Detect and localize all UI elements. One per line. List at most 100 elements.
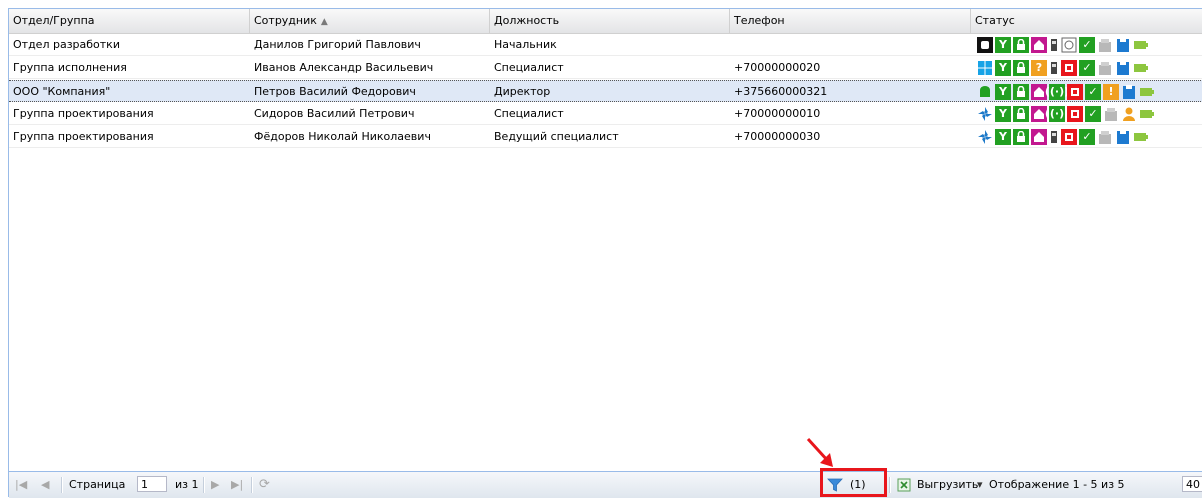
lock-icon (1013, 60, 1029, 76)
clipboard-icon (1115, 37, 1131, 53)
gift-icon (1103, 106, 1119, 122)
battery-icon (1133, 37, 1149, 53)
gift-icon (1097, 129, 1113, 145)
cell-employee: Фёдоров Николай Николаевич (254, 130, 431, 143)
cell-employee: Петров Василий Федорович (254, 85, 416, 98)
lock-icon (1013, 106, 1029, 122)
user-icon (1121, 106, 1137, 122)
table-row[interactable]: Группа проектирования Фёдоров Николай Ни… (9, 126, 1202, 148)
cell-position: Специалист (494, 61, 564, 74)
cell-employee: Сидоров Василий Петрович (254, 107, 415, 120)
table-row[interactable]: Группа проектирования Сидоров Василий Пе… (9, 103, 1202, 125)
column-label: Телефон (734, 14, 785, 27)
cell-department: Группа проектирования (13, 130, 154, 143)
export-icon[interactable] (897, 472, 911, 498)
separator (203, 477, 205, 493)
warning-icon: ? (1031, 60, 1047, 76)
sim-card-icon (1061, 129, 1077, 145)
status-icons: Y ((·)) ✓ (977, 106, 1155, 122)
export-dropdown-icon[interactable]: ▾ (977, 472, 983, 498)
phone-icon (1049, 60, 1059, 76)
status-icons: Y ✓ (977, 37, 1149, 53)
battery-icon (1139, 84, 1155, 100)
clipboard-icon (1115, 129, 1131, 145)
page-size-select[interactable]: 40 (1182, 476, 1202, 492)
cell-employee: Иванов Александр Васильевич (254, 61, 434, 74)
cell-department: Группа исполнения (13, 61, 127, 74)
cell-phone: +70000000020 (734, 61, 821, 74)
sim-card-icon (1067, 84, 1083, 100)
separator (61, 477, 63, 493)
next-page-icon[interactable]: ▶ (211, 472, 219, 498)
alert-icon: ! (1103, 84, 1119, 100)
column-header-phone[interactable]: Телефон (730, 9, 971, 33)
status-icons: Y ((·)) ✓! (977, 84, 1155, 100)
check-icon: ✓ (1079, 129, 1095, 145)
antenna-icon: Y (995, 37, 1011, 53)
export-button[interactable]: Выгрузить (917, 472, 978, 498)
page-count-label: из 1 (175, 478, 199, 491)
display-info: Отображение 1 - 5 из 5 (989, 478, 1125, 491)
clipboard-icon (1121, 84, 1137, 100)
cell-department: Отдел разработки (13, 38, 120, 51)
apple-icon (977, 37, 993, 53)
phone-icon (1049, 37, 1059, 53)
paging-toolbar: |◀ ◀ Страница 1 из 1 ▶ ▶| ⟳ (1) Выгрузит… (9, 471, 1202, 498)
last-page-icon[interactable]: ▶| (231, 472, 243, 498)
column-label: Отдел/Группа (13, 14, 95, 27)
cell-phone (730, 34, 971, 56)
radio-icon: ((·)) (1044, 84, 1070, 100)
page-label: Страница (69, 478, 126, 491)
phone-icon (1049, 129, 1059, 145)
lock-icon (1013, 37, 1029, 53)
cell-employee: Данилов Григорий Павлович (254, 38, 421, 51)
home-icon (1031, 37, 1047, 53)
status-icons: Y? ✓ (977, 60, 1149, 76)
first-page-icon[interactable]: |◀ (15, 472, 27, 498)
table-row[interactable]: Группа исполнения Иванов Александр Васил… (9, 57, 1202, 79)
antenna-icon: Y (995, 129, 1011, 145)
table-row[interactable]: Отдел разработки Данилов Григорий Павлов… (9, 34, 1202, 56)
grid-header: Отдел/Группа Сотрудник ▲ Должность Телефо… (9, 9, 1202, 34)
column-header-department[interactable]: Отдел/Группа (9, 9, 250, 33)
cell-department: Группа проектирования (13, 107, 154, 120)
separator (889, 477, 891, 493)
column-label: Должность (494, 14, 560, 27)
radio-icon: ((·)) (1044, 106, 1070, 122)
page-number-input[interactable]: 1 (137, 476, 167, 492)
prev-page-icon[interactable]: ◀ (41, 472, 49, 498)
antenna-icon: Y (995, 106, 1011, 122)
cell-phone: +70000000010 (734, 107, 821, 120)
pinwheel-icon (977, 106, 993, 122)
cell-position: Начальник (494, 38, 557, 51)
windows-icon (977, 60, 993, 76)
lock-icon (1013, 129, 1029, 145)
check-icon: ✓ (1079, 37, 1095, 53)
column-label: Сотрудник (254, 14, 317, 27)
home-icon (1031, 129, 1047, 145)
lock-icon (1013, 84, 1029, 100)
sim-icon (1061, 37, 1077, 53)
column-header-employee[interactable]: Сотрудник ▲ (250, 9, 490, 33)
antenna-icon: Y (995, 84, 1011, 100)
cell-department: ООО "Компания" (13, 85, 111, 98)
separator (251, 477, 253, 493)
battery-icon (1139, 106, 1155, 122)
column-header-status[interactable]: Статус (971, 9, 1202, 33)
cell-position: Ведущий специалист (494, 130, 619, 143)
check-icon: ✓ (1085, 84, 1101, 100)
battery-icon (1133, 129, 1149, 145)
check-icon: ✓ (1085, 106, 1101, 122)
cell-phone: +375660000321 (734, 85, 828, 98)
refresh-icon[interactable]: ⟳ (259, 472, 270, 498)
column-header-position[interactable]: Должность (490, 9, 730, 33)
gift-icon (1097, 37, 1113, 53)
column-label: Статус (975, 14, 1015, 27)
android-icon (977, 84, 993, 100)
battery-icon (1133, 60, 1149, 76)
pinwheel-icon (977, 129, 993, 145)
sim-card-icon (1067, 106, 1083, 122)
sort-ascending-icon: ▲ (320, 17, 328, 27)
annotation-highlight-box (820, 468, 887, 497)
table-row-selected[interactable]: ООО "Компания" Петров Василий Федорович … (9, 80, 1202, 102)
